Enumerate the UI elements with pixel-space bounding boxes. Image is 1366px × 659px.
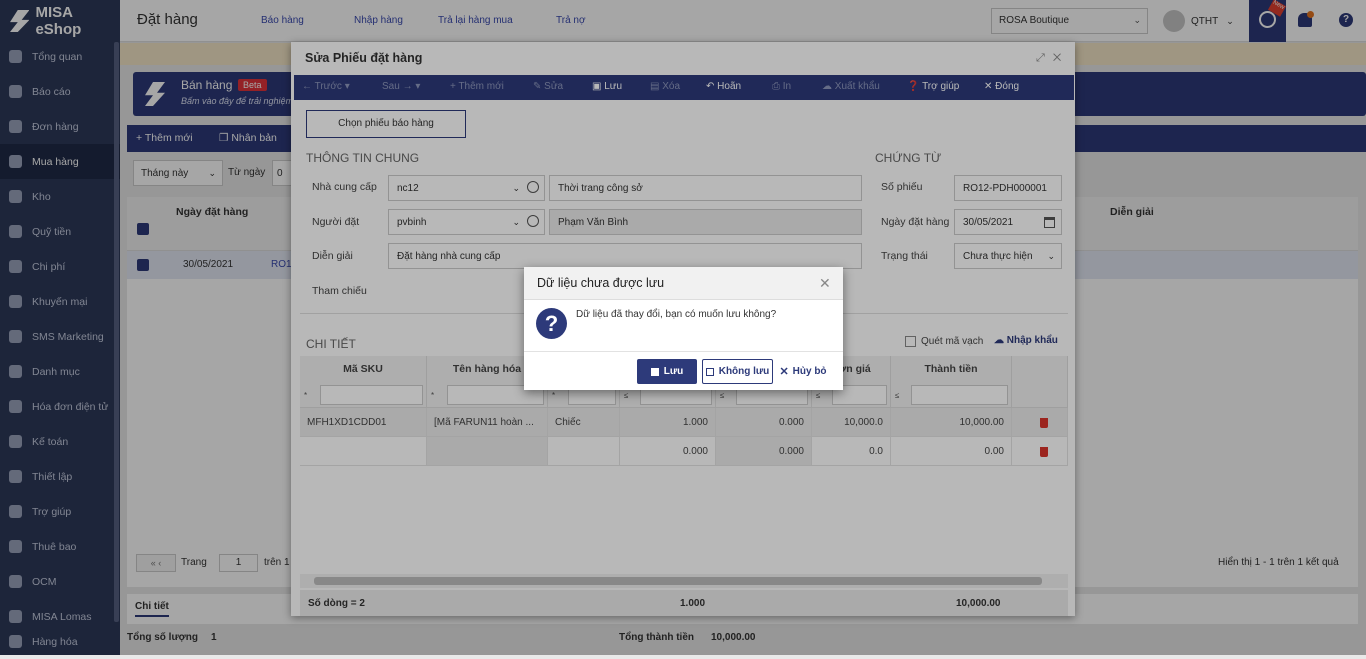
no-save-icon bbox=[705, 367, 714, 376]
close-icon[interactable]: ✕ bbox=[819, 275, 831, 292]
confirm-title: Dữ liệu chưa được lưu bbox=[537, 276, 665, 290]
cancel-button[interactable]: ✕ Hủy bỏ bbox=[778, 359, 828, 384]
close-icon: ✕ bbox=[779, 366, 789, 378]
save-button[interactable]: Lưu bbox=[637, 359, 697, 384]
confirm-message: Dữ liệu đã thay đổi, bạn có muốn lưu khô… bbox=[576, 309, 777, 320]
question-icon: ? bbox=[536, 308, 567, 339]
floppy-icon bbox=[650, 367, 659, 376]
dont-save-button[interactable]: Không lưu bbox=[702, 359, 773, 384]
divider bbox=[524, 351, 843, 352]
